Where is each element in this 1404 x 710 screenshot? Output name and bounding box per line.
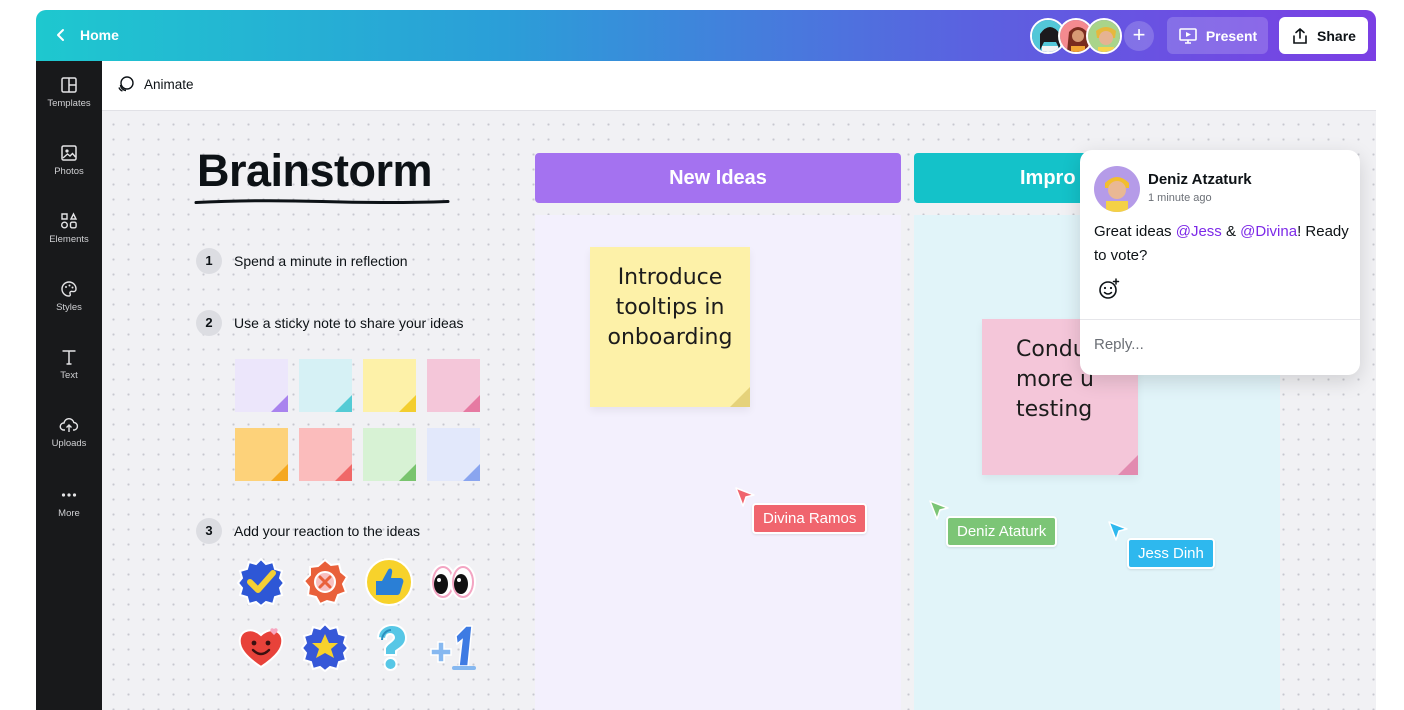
animate-button[interactable]: Animate [116,75,194,93]
photos-icon [61,145,77,161]
app-window: Home + Present Share Templates Photos El… [36,10,1376,710]
sidebar-item-text[interactable]: Text [36,347,102,397]
comment-divider [1080,319,1360,320]
step-text: Add your reaction to the ideas [234,523,421,539]
step-number: 2 [196,310,222,336]
cursor-arrow-icon [1108,521,1128,541]
sticky-note-yellow[interactable] [363,359,416,412]
share-icon [1293,27,1307,44]
sidebar-item-photos[interactable]: Photos [36,143,102,193]
secondary-toolbar: Animate [102,61,1376,111]
step-1: 1 Spend a minute in reflection [196,248,408,274]
step-number: 1 [196,248,222,274]
sticky-note-aqua[interactable] [299,359,352,412]
sticky-note-green[interactable] [363,428,416,481]
avatar[interactable] [1086,18,1122,54]
step-3: 3 Add your reaction to the ideas [196,518,420,544]
sidebar-label: Styles [56,302,82,313]
sticky-note[interactable]: Introduce tooltips in onboarding [590,247,750,407]
note-fold [1118,455,1138,475]
sticky-note-lavender[interactable] [235,359,288,412]
comment-popover[interactable]: Deniz Atzaturk 1 minute ago Great ideas … [1080,150,1360,375]
templates-icon [61,77,77,93]
cursor-label-deniz: Deniz Ataturk [946,516,1058,547]
collaborator-avatars [1030,18,1122,54]
comment-timestamp: 1 minute ago [1148,192,1212,204]
home-label: Home [80,27,119,43]
eyes-sticker[interactable] [428,557,478,607]
add-collaborator-button[interactable]: + [1124,21,1154,51]
animate-label: Animate [144,76,194,92]
board-title[interactable]: Brainstorm [197,145,433,197]
comment-author-name: Deniz Atzaturk [1148,171,1252,188]
sidebar-label: Photos [54,166,84,177]
more-icon [61,493,77,497]
sidebar-item-more[interactable]: More [36,485,102,535]
column-header-new-ideas[interactable]: New Ideas [535,153,901,203]
present-button[interactable]: Present [1167,17,1268,54]
mention-link[interactable]: @Jess [1176,223,1222,240]
animate-icon [118,76,134,92]
comment-text: Great ideas @Jess & @Divina! Ready to vo… [1094,223,1349,264]
sticky-note-coral[interactable] [299,428,352,481]
present-label: Present [1205,27,1258,44]
heart-face-sticker[interactable] [236,622,286,672]
step-text: Use a sticky note to share your ideas [234,315,464,331]
sidebar: Templates Photos Elements Styles Text Up… [36,61,102,710]
sidebar-item-templates[interactable]: Templates [36,75,102,125]
home-button[interactable]: Home [54,23,119,47]
thumbs-up-sticker[interactable] [364,557,414,607]
text-icon [62,350,76,365]
step-2: 2 Use a sticky note to share your ideas [196,310,464,336]
sidebar-label: Elements [49,234,89,245]
present-icon [1179,27,1197,44]
styles-icon [61,281,77,297]
top-bar: Home + Present Share [36,10,1376,61]
sticky-note-text: Introduce tooltips in onboarding [607,265,733,350]
cross-badge-sticker[interactable] [300,557,350,607]
sidebar-label: Text [60,370,78,381]
chevron-left-icon [57,29,64,41]
comment-author-avatar [1094,166,1140,212]
share-button[interactable]: Share [1279,17,1368,54]
note-fold [730,387,750,407]
elements-icon [61,212,78,229]
step-number: 3 [196,518,222,544]
cursor-label-jess: Jess Dinh [1127,538,1215,569]
mention-link[interactable]: @Divina [1240,223,1297,240]
sticky-note-pink[interactable] [427,359,480,412]
sidebar-label: More [58,508,80,519]
sidebar-label: Uploads [51,438,87,449]
share-label: Share [1317,27,1356,44]
title-underline [194,199,450,204]
reply-input[interactable]: Reply... [1094,336,1144,353]
plus-one-sticker[interactable] [428,622,478,672]
question-mark-sticker[interactable] [364,622,414,672]
add-reaction-icon[interactable] [1094,274,1124,304]
check-badge-sticker[interactable] [236,557,286,607]
uploads-icon [59,418,79,432]
star-badge-sticker[interactable] [300,622,350,672]
sidebar-item-styles[interactable]: Styles [36,279,102,329]
sidebar-item-uploads[interactable]: Uploads [36,415,102,465]
step-text: Spend a minute in reflection [234,253,408,269]
sidebar-item-elements[interactable]: Elements [36,211,102,261]
cursor-label-divina: Divina Ramos [752,503,868,534]
sidebar-label: Templates [47,98,91,109]
sticky-note-orange[interactable] [235,428,288,481]
sticky-note-periwinkle[interactable] [427,428,480,481]
